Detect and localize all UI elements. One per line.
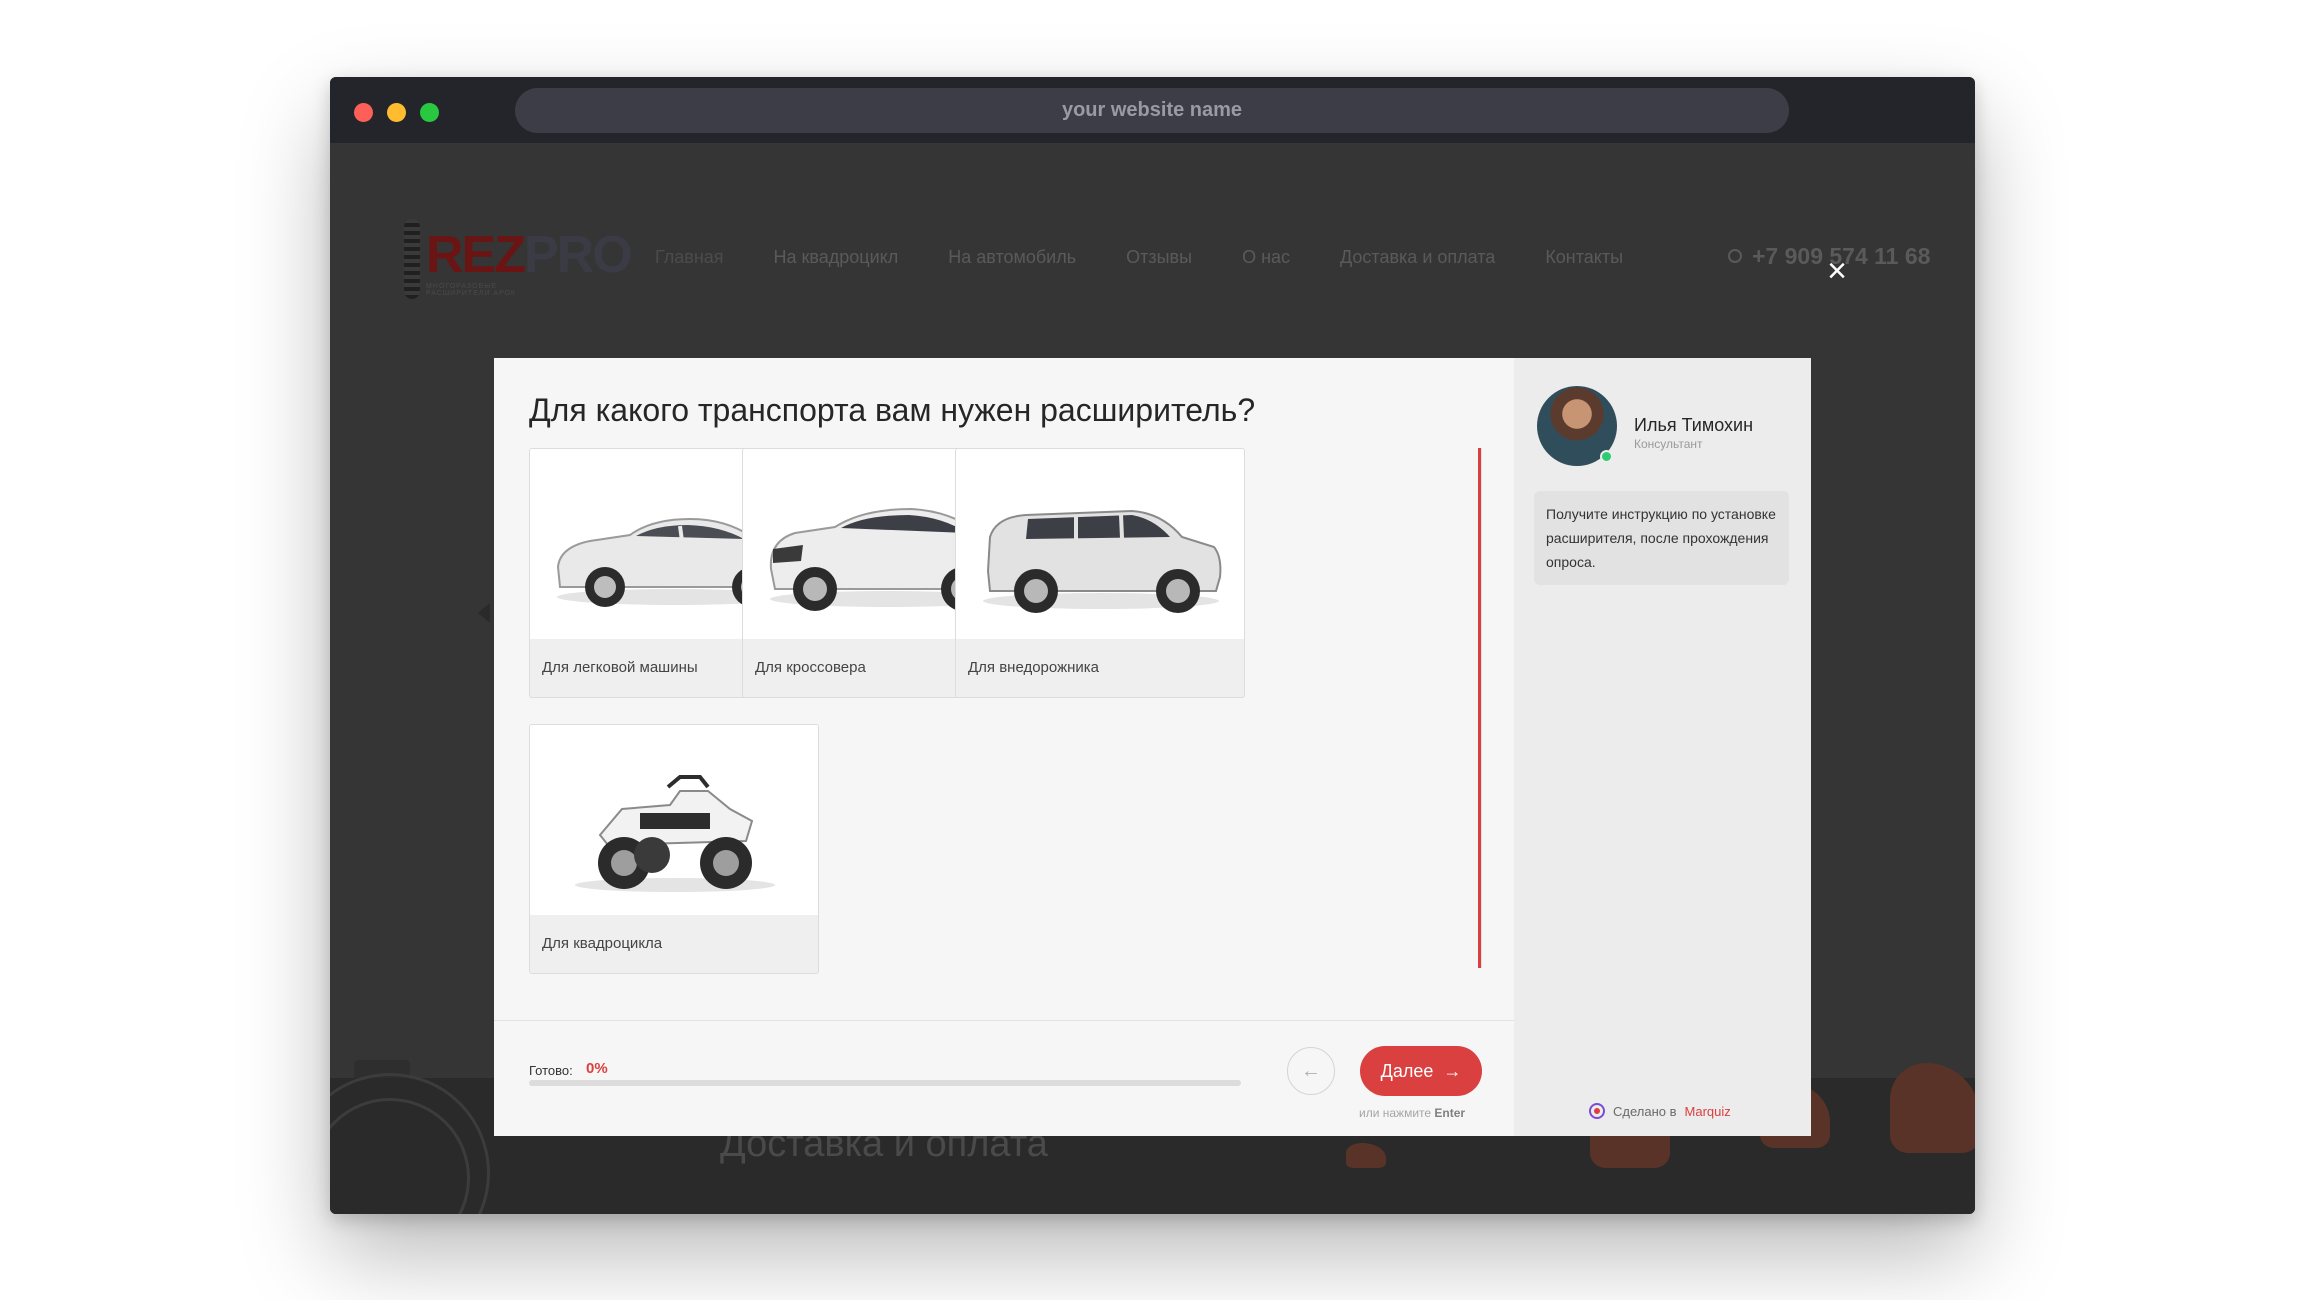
close-window-button[interactable]: [354, 103, 373, 122]
option-atv[interactable]: Для квадроцикла: [529, 724, 819, 974]
suv-car-image: [956, 449, 1244, 639]
next-button-label: Далее: [1380, 1060, 1434, 1081]
maximize-window-button[interactable]: [420, 103, 439, 122]
back-button[interactable]: ←: [1287, 1047, 1335, 1095]
tire-icon: [404, 219, 420, 299]
arrow-left-icon: ←: [1301, 1059, 1321, 1082]
option-label: Для кроссовера: [755, 659, 866, 676]
progress-label: Готово:: [529, 1063, 573, 1078]
marquiz-icon: [1589, 1103, 1605, 1119]
consultant-name: Илья Тимохин: [1634, 415, 1754, 435]
online-status-icon: [1600, 450, 1613, 463]
atv-image: [530, 725, 818, 915]
quiz-question: Для какого транспорта вам нужен расширит…: [529, 392, 1256, 428]
decorative-flame: [1890, 1063, 1975, 1153]
browser-titlebar: your website name: [330, 77, 1975, 143]
next-button[interactable]: Далее →: [1360, 1046, 1482, 1096]
progress-bar: [529, 1080, 1241, 1086]
consultant-message: Получите инструкцию по установке расшири…: [1534, 491, 1789, 585]
arrow-right-icon: →: [1443, 1060, 1462, 1081]
nav-item-about[interactable]: О нас: [1242, 247, 1290, 268]
close-icon[interactable]: ×: [1822, 254, 1852, 288]
enter-hint-key: Enter: [1434, 1106, 1466, 1120]
enter-hint: или нажмите Enter: [1359, 1106, 1465, 1120]
consultant-role: Консультант: [1634, 437, 1703, 451]
quiz-modal: Для какого транспорта вам нужен расширит…: [494, 358, 1811, 1136]
progress-value: 0%: [586, 1060, 608, 1077]
consultant-sidebar: Илья Тимохин Консультант Получите инстру…: [1514, 358, 1811, 1136]
website-background: REZPRO МНОГОРАЗОВЫЕ РАСШИРИТЕЛИ АРОК Гла…: [330, 143, 1975, 1214]
minimize-window-button[interactable]: [387, 103, 406, 122]
site-logo[interactable]: REZPRO МНОГОРАЗОВЫЕ РАСШИРИТЕЛИ АРОК: [398, 219, 633, 301]
phone-icon: [1728, 249, 1742, 263]
site-nav: Главная На квадроцикл На автомобиль Отзы…: [655, 247, 1673, 268]
nav-item-reviews[interactable]: Отзывы: [1126, 247, 1192, 268]
arrow-left-icon: [478, 603, 490, 623]
option-label: Для квадроцикла: [542, 935, 663, 952]
nav-item-atv[interactable]: На квадроцикл: [774, 247, 899, 268]
option-label: Для внедорожника: [968, 659, 1100, 676]
browser-window: your website name REZPRO МНОГОРАЗОВЫЕ РА…: [330, 77, 1975, 1214]
option-label: Для легковой машины: [542, 659, 698, 676]
made-in-text: Сделано в: [1613, 1103, 1677, 1119]
marquiz-link[interactable]: Marquiz: [1685, 1104, 1731, 1119]
options-scrollbar-thumb[interactable]: [1478, 448, 1481, 968]
quiz-panel: Для какого транспорта вам нужен расширит…: [494, 358, 1514, 1136]
logo-text: REZPRO: [426, 226, 633, 284]
quiz-footer-divider: [494, 1020, 1514, 1021]
nav-item-home[interactable]: Главная: [655, 247, 724, 268]
nav-item-car[interactable]: На автомобиль: [948, 247, 1076, 268]
nav-item-delivery[interactable]: Доставка и оплата: [1340, 247, 1495, 268]
logo-subtitle: МНОГОРАЗОВЫЕ РАСШИРИТЕЛИ АРОК: [426, 283, 517, 297]
nav-item-contacts[interactable]: Контакты: [1545, 247, 1623, 268]
enter-hint-prefix: или нажмите: [1359, 1106, 1432, 1120]
option-suv[interactable]: Для внедорожника: [955, 448, 1245, 698]
made-in-marquiz[interactable]: Сделано в Marquiz: [1589, 1103, 1731, 1119]
address-bar[interactable]: your website name: [515, 88, 1789, 133]
